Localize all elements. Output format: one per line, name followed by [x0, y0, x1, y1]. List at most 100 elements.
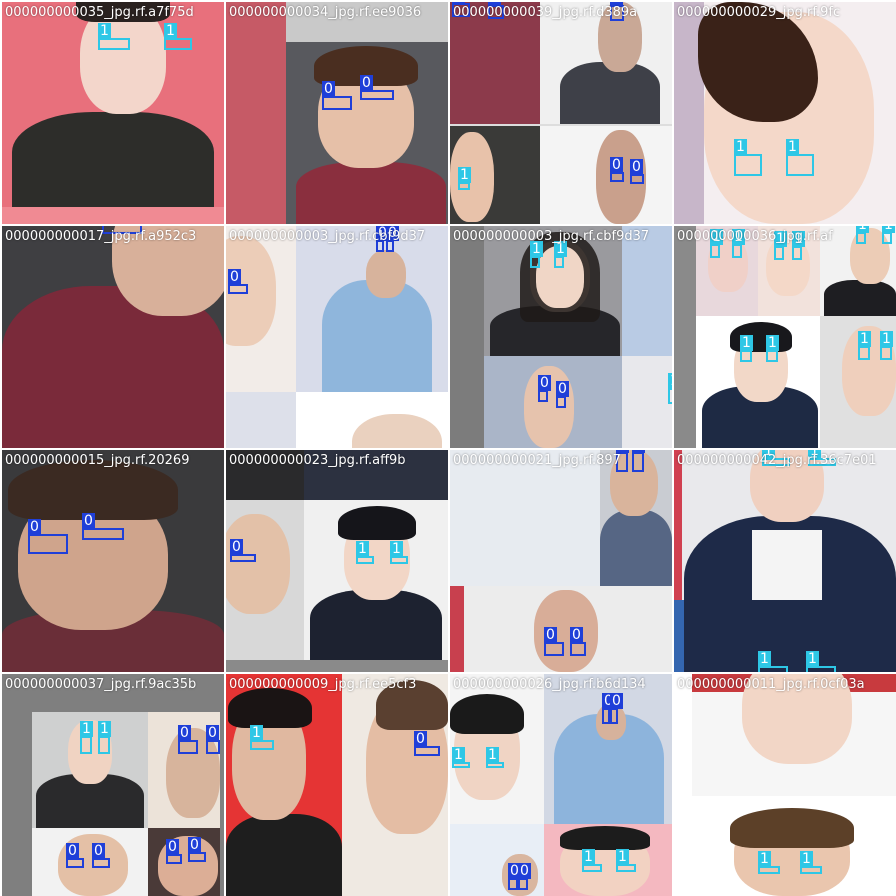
detection-label: 0 — [632, 450, 645, 453]
detection-label: 1 — [250, 725, 263, 741]
tile-filename: 000000000029_jpg.rf.9fc — [677, 5, 841, 20]
detection-label: 0 — [414, 731, 427, 747]
detection-box: 0 — [360, 75, 394, 100]
detection-box: 1 — [758, 651, 788, 672]
detection-label: 1 — [616, 849, 629, 865]
detection-label: 0 — [556, 381, 569, 397]
detection-label: 1 — [390, 541, 403, 557]
detection-label: 0 — [322, 81, 335, 97]
detection-box: 1 — [250, 725, 274, 750]
detection-label: 0 — [544, 627, 557, 643]
detection-box: 0 — [178, 725, 198, 754]
detection-box: 1 — [856, 226, 869, 244]
detection-box: 1 — [530, 241, 543, 268]
photo-quadrant — [622, 226, 672, 356]
detection-label: 0 — [228, 269, 241, 285]
detection-box: 1 — [758, 851, 780, 874]
detection-label: 1 — [98, 23, 111, 39]
detection-box: 1 — [858, 331, 871, 360]
detection-box: 0 — [82, 513, 124, 540]
detection-label: 1 — [856, 226, 869, 233]
detection-box: 0 — [544, 627, 564, 656]
detection-label: 1 — [164, 23, 177, 39]
person-body — [226, 814, 342, 896]
person-body — [824, 280, 896, 316]
person-face — [366, 250, 406, 298]
person-body — [310, 590, 442, 660]
detection-label: 0 — [630, 159, 643, 175]
detection-box: 0 — [610, 157, 624, 182]
person-hair — [338, 506, 416, 540]
detection-label: 1 — [734, 139, 747, 155]
detection-box: 0 — [610, 693, 623, 724]
photo-quadrant — [450, 586, 464, 672]
detection-box: 1 — [732, 229, 745, 258]
detection-box: 0 — [508, 863, 521, 890]
tile-filename: 000000000036_jpg.rf.af — [677, 229, 833, 244]
detection-box: 1 — [458, 167, 471, 190]
mosaic-tile: 000000000021_jpg.rf.897 0 0 0 0 — [450, 450, 672, 672]
detection-box: 0 — [206, 725, 220, 754]
mosaic-tile: 000000000009_jpg.rf.ee5cf3 1 0 — [226, 674, 448, 896]
detection-box: 1 — [390, 541, 408, 564]
detection-box: 1 — [616, 849, 636, 872]
detection-box: 1 — [792, 231, 805, 260]
photo-quadrant — [450, 450, 600, 586]
detection-label: 0 — [452, 2, 465, 4]
tile-filename: 000000000035_jpg.rf.a7f75d — [5, 5, 194, 20]
tile-filename: 000000000021_jpg.rf.897 — [453, 453, 621, 468]
detection-label: 0 — [82, 513, 95, 529]
detection-label: 0 — [66, 843, 79, 859]
detection-box: 1 — [486, 747, 504, 768]
mosaic-tile: 000000000042_jpg.rf.36c7e01 1 1 1 1 — [674, 450, 896, 672]
detection-box: 1 — [734, 139, 762, 176]
photo-quadrant — [226, 660, 448, 672]
mosaic-tile: 000000000017_jpg.rf.a952c3 0 — [2, 226, 224, 448]
tile-filename: 000000000026_jpg.rf.b6d134 — [453, 677, 646, 692]
detection-box: 1 — [882, 226, 895, 244]
detection-box: 1 — [806, 651, 836, 672]
detection-label: 0 — [28, 519, 41, 535]
photo-quadrant — [622, 356, 672, 448]
detection-label: 1 — [668, 373, 672, 389]
detection-label: 1 — [740, 335, 753, 351]
photo-background — [674, 674, 692, 896]
detection-label: 1 — [800, 851, 813, 867]
detection-box: 1 — [356, 541, 374, 564]
detection-label: 1 — [882, 226, 895, 233]
tile-filename: 000000000037_jpg.rf.9ac35b — [5, 677, 197, 692]
person-hair — [730, 808, 854, 848]
detection-box: 1 — [710, 229, 723, 258]
person-face — [450, 132, 494, 222]
detection-label: 1 — [452, 747, 465, 763]
detection-box: 0 — [556, 381, 569, 408]
tile-filename: 000000000011_jpg.rf.0cf03a — [677, 677, 865, 692]
detection-box: 1 — [80, 721, 93, 754]
detection-box: 0 — [28, 519, 68, 554]
detection-label: 0 — [178, 725, 191, 741]
detection-label: 1 — [98, 721, 111, 737]
mosaic-tile: 000000000036_jpg.rf.af 1 1 1 1 1 1 1 1 1… — [674, 226, 896, 448]
mosaic-tile: 000000000003_jpg.rf.cbf9d37 0 0 0 — [226, 226, 448, 448]
tile-filename: 000000000042_jpg.rf.36c7e01 — [677, 453, 877, 468]
detection-label: 0 — [538, 375, 551, 391]
person-body — [12, 112, 214, 212]
detection-label: 0 — [360, 75, 373, 91]
detection-box: 1 — [164, 23, 192, 50]
detection-box: 1 — [582, 849, 602, 872]
detection-box: 1 — [800, 851, 822, 874]
detection-box: 1 — [668, 373, 672, 404]
detection-box: 1 — [554, 241, 567, 268]
detection-box: 0 — [518, 863, 531, 890]
detection-box: 1 — [452, 747, 470, 768]
detection-label: 1 — [758, 651, 771, 667]
person-body — [560, 62, 660, 124]
detection-label: 0 — [230, 539, 243, 555]
detection-box: 1 — [880, 331, 893, 360]
detection-box: 0 — [602, 693, 615, 724]
photo-quadrant — [226, 392, 296, 448]
detection-box: 0 — [166, 839, 182, 864]
detection-label: 1 — [858, 331, 871, 347]
detection-box: 1 — [98, 721, 111, 754]
detection-box: 1 — [98, 23, 130, 50]
